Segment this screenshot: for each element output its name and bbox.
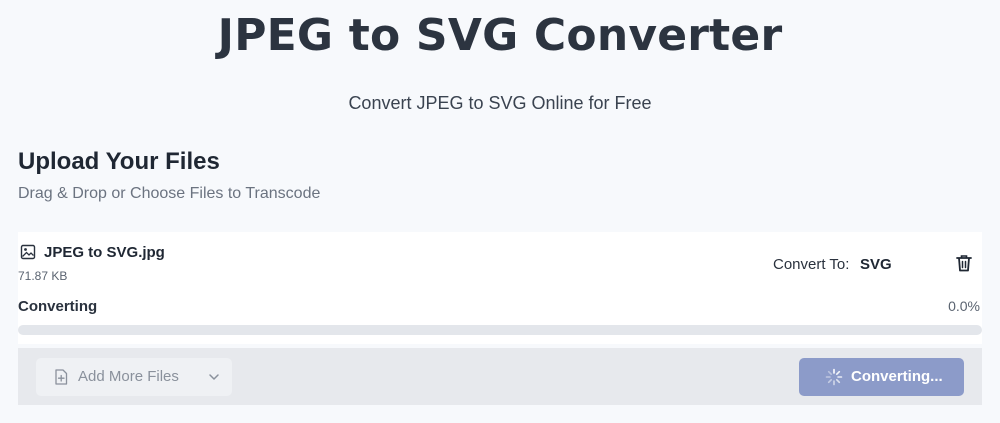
trash-icon[interactable] [956, 254, 972, 272]
converting-button[interactable]: Converting... [799, 358, 964, 396]
action-bar: Add More Files Converting... [18, 348, 982, 405]
upload-section-title: Upload Your Files [18, 148, 220, 175]
file-item-card: JPEG to SVG.jpg 71.87 KB Convert To: SVG… [18, 232, 982, 344]
progress-bar [18, 325, 982, 335]
add-more-files-button[interactable]: Add More Files [36, 358, 232, 396]
file-size: 71.87 KB [18, 269, 68, 283]
converter-page: JPEG to SVG Converter Convert JPEG to SV… [0, 0, 1000, 423]
page-subtitle: Convert JPEG to SVG Online for Free [348, 93, 652, 113]
convert-to-label: Convert To: [773, 256, 850, 273]
converting-button-label: Converting... [851, 368, 943, 385]
upload-section-subtitle: Drag & Drop or Choose Files to Transcode [18, 185, 321, 202]
chevron-down-icon[interactable] [208, 372, 220, 382]
add-file-icon [55, 369, 68, 385]
conversion-percent: 0.0% [948, 298, 980, 314]
image-file-icon [20, 244, 36, 260]
convert-to-format-select[interactable]: SVG [860, 256, 892, 273]
spinner-icon [825, 368, 843, 386]
conversion-status: Converting [18, 298, 98, 315]
file-name: JPEG to SVG.jpg [44, 244, 165, 261]
add-more-files-label: Add More Files [78, 368, 179, 385]
page-title: JPEG to SVG Converter [217, 10, 783, 61]
